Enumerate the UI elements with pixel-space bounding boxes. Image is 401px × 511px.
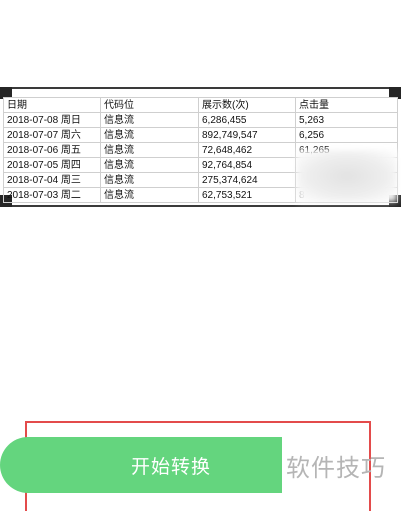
cell-code-slot: 信息流 bbox=[100, 157, 199, 173]
cell-code-slot: 信息流 bbox=[100, 142, 199, 158]
table-row: 2018-07-07 周六 信息流 892,749,547 6,256 bbox=[3, 127, 398, 143]
table-screenshot: 日期 代码位 展示数(次) 点击量 2018-07-08 周日 信息流 6,28… bbox=[0, 87, 401, 207]
header-date: 日期 bbox=[3, 97, 101, 113]
cell-date: 2018-07-07 周六 bbox=[3, 127, 101, 143]
header-impressions: 展示数(次) bbox=[198, 97, 296, 113]
table-bottom-edge bbox=[0, 205, 401, 207]
header-code-slot: 代码位 bbox=[100, 97, 199, 113]
cell-impressions: 62,753,521 bbox=[198, 187, 296, 203]
cell-date: 2018-07-03 周二 bbox=[3, 187, 101, 203]
cell-date: 2018-07-04 周三 bbox=[3, 172, 101, 188]
blurred-region bbox=[297, 150, 397, 202]
cell-impressions: 92,764,854 bbox=[198, 157, 296, 173]
watermark-text: 软件技巧 bbox=[286, 455, 386, 482]
cell-code-slot: 信息流 bbox=[100, 127, 199, 143]
header-clicks: 点击量 bbox=[295, 97, 398, 113]
cell-code-slot: 信息流 bbox=[100, 187, 199, 203]
cell-impressions: 275,374,624 bbox=[198, 172, 296, 188]
cell-code-slot: 信息流 bbox=[100, 172, 199, 188]
start-convert-button[interactable]: 开始转换 bbox=[0, 437, 282, 493]
cell-date: 2018-07-08 周日 bbox=[3, 112, 101, 128]
table-row: 2018-07-08 周日 信息流 6,286,455 5,263 bbox=[3, 112, 398, 128]
table-top-edge bbox=[0, 87, 401, 89]
cell-date: 2018-07-06 周五 bbox=[3, 142, 101, 158]
cell-impressions: 6,286,455 bbox=[198, 112, 296, 128]
table-header-row: 日期 代码位 展示数(次) 点击量 bbox=[3, 97, 398, 113]
cell-clicks: 6,256 bbox=[295, 127, 398, 143]
cell-date: 2018-07-05 周四 bbox=[3, 157, 101, 173]
cell-clicks: 5,263 bbox=[295, 112, 398, 128]
cell-impressions: 72,648,462 bbox=[198, 142, 296, 158]
cell-impressions: 892,749,547 bbox=[198, 127, 296, 143]
cell-code-slot: 信息流 bbox=[100, 112, 199, 128]
